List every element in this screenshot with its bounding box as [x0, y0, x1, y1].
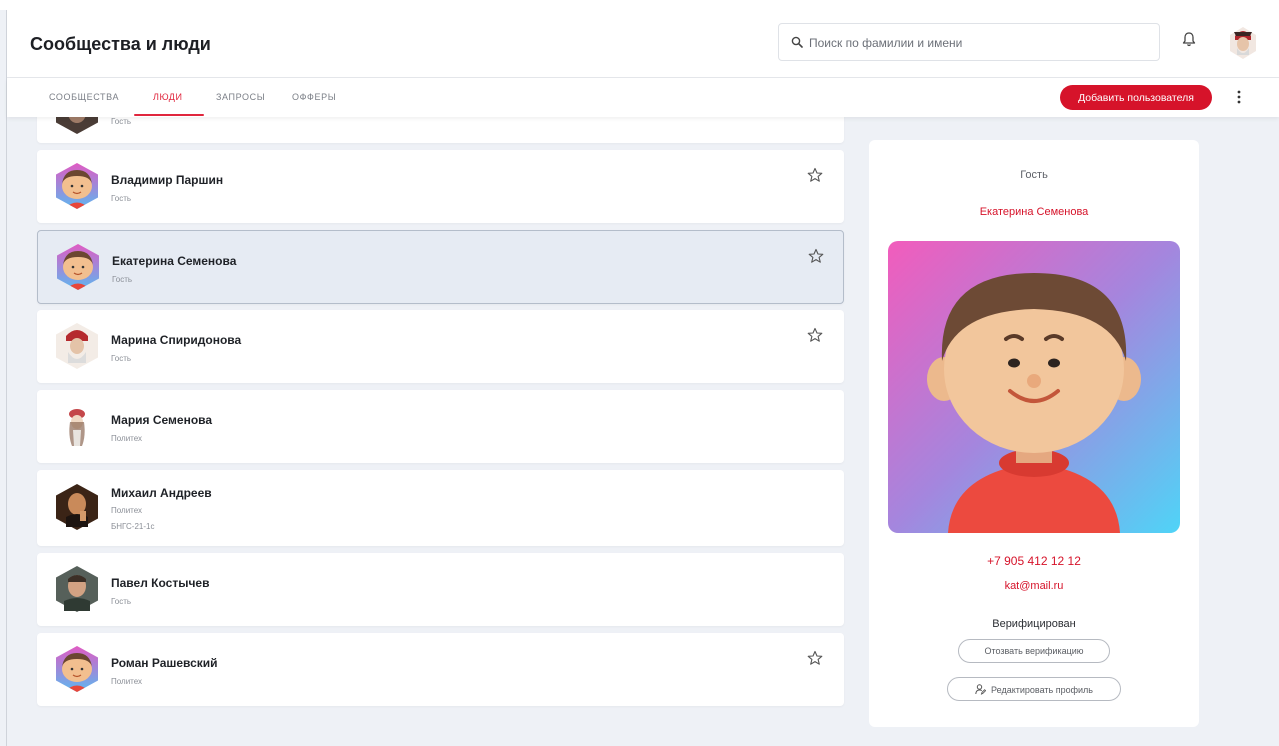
tabs-bar: СООБЩЕСТВА ЛЮДИ ЗАПРОСЫ ОФФЕРЫ Добавить … — [7, 78, 1279, 117]
person-avatar — [56, 323, 98, 369]
edit-profile-button[interactable]: Редактировать профиль — [947, 677, 1121, 701]
person-role: Политех — [111, 434, 143, 443]
user-edit-icon — [975, 683, 987, 695]
person-name: Роман Рашевский — [111, 656, 218, 670]
profile-name: Екатерина Семенова — [979, 206, 1089, 218]
revoke-verification-label: Отозвать верификацию — [984, 646, 1084, 656]
more-vertical-icon[interactable] — [1236, 89, 1242, 105]
person-avatar — [56, 484, 98, 530]
search-icon — [791, 36, 803, 48]
person-avatar — [56, 566, 98, 612]
app-header: Сообщества и люди — [7, 10, 1279, 78]
star-icon[interactable] — [807, 167, 823, 183]
person-name: Екатерина Семенова — [112, 254, 237, 268]
tab-people[interactable]: ЛЮДИ — [153, 92, 183, 102]
person-name: Владимир Паршин — [111, 173, 224, 187]
person-name: Мария Семенова — [111, 413, 213, 427]
profile-role: Гость — [1020, 169, 1048, 181]
person-role: Гость — [111, 354, 132, 363]
user-avatar[interactable] — [1226, 24, 1260, 62]
person-name: Марина Спиридонова — [111, 333, 242, 347]
person-card[interactable]: Михаил Андреев Политех БНГС-21-1с — [37, 470, 844, 546]
person-role: Гость — [111, 194, 132, 203]
person-role: Политех — [111, 677, 143, 686]
person-card[interactable]: Мария Семенова Политех — [37, 390, 844, 463]
search-input[interactable] — [807, 30, 1151, 56]
person-group: БНГС-21-1с — [111, 522, 155, 531]
profile-phone[interactable]: +7 905 412 12 12 — [869, 554, 1199, 568]
star-icon[interactable] — [807, 327, 823, 343]
person-card[interactable]: Роман Рашевский Политех — [37, 633, 844, 706]
edit-profile-label: Редактировать профиль — [991, 684, 1093, 695]
person-role: Гость — [112, 275, 133, 284]
star-icon[interactable] — [808, 248, 824, 264]
person-name: Павел Костычев — [111, 576, 210, 590]
profile-panel: Гость Екатерина Семенова +7 905 412 12 1… — [869, 140, 1199, 727]
star-icon[interactable] — [807, 650, 823, 666]
person-name: Михаил Андреев — [111, 486, 212, 500]
revoke-verification-button[interactable]: Отозвать верификацию — [958, 639, 1110, 663]
person-card[interactable]: Гость — [37, 117, 844, 143]
person-avatar — [54, 402, 100, 450]
person-avatar — [54, 162, 100, 210]
person-avatar — [56, 117, 98, 134]
top-cropped-strip — [0, 0, 1279, 10]
person-card-selected[interactable]: Екатерина Семенова Гость — [37, 230, 844, 304]
person-role: Гость — [111, 597, 132, 606]
person-avatar — [55, 243, 101, 291]
page-title: Сообщества и люди — [30, 34, 211, 54]
verification-status: Верифицирован — [992, 618, 1076, 630]
person-avatar — [54, 645, 100, 693]
tab-communities[interactable]: СООБЩЕСТВА — [49, 92, 119, 102]
person-card[interactable]: Павел Костычев Гость — [37, 553, 844, 626]
search-box[interactable] — [778, 23, 1160, 61]
person-card[interactable]: Владимир Паршин Гость — [37, 150, 844, 223]
person-card[interactable]: Марина Спиридонова Гость — [37, 310, 844, 383]
profile-email[interactable]: kat@mail.ru — [869, 580, 1199, 592]
active-tab-indicator — [134, 114, 204, 116]
people-list: Гость Владимир Паршин Гость Екатерина Се… — [0, 117, 860, 746]
profile-photo — [888, 241, 1180, 533]
add-user-button[interactable]: Добавить пользователя — [1060, 85, 1212, 110]
tab-offers[interactable]: ОФФЕРЫ — [292, 92, 336, 102]
tab-requests[interactable]: ЗАПРОСЫ — [216, 92, 265, 102]
bell-icon[interactable] — [1182, 31, 1196, 47]
person-role: Гость — [111, 117, 132, 126]
person-role: Политех — [111, 506, 143, 515]
